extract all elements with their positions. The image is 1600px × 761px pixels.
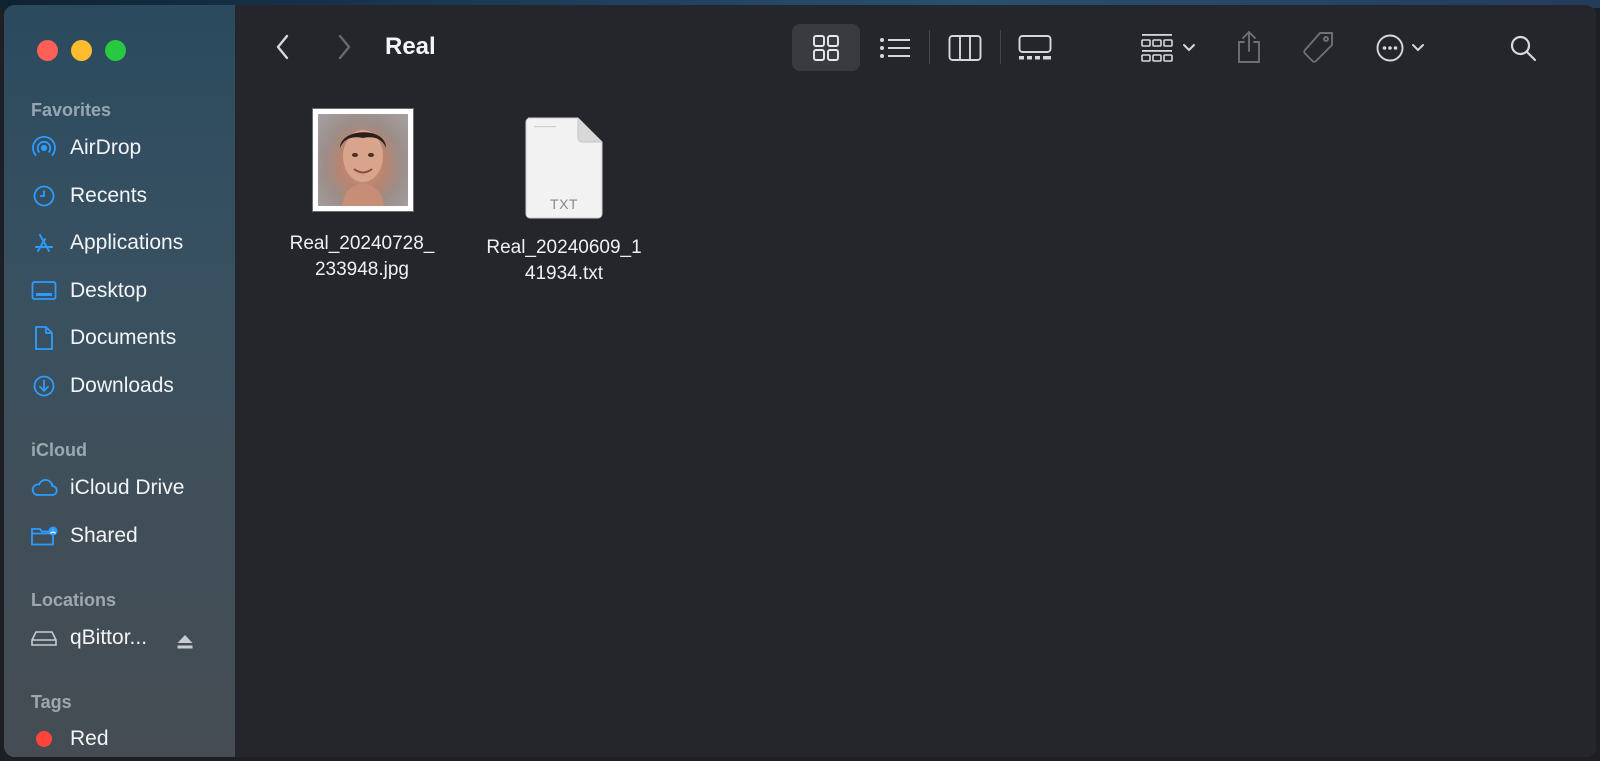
forward-button[interactable]: [332, 31, 356, 63]
columns-icon: [948, 35, 982, 61]
file-name-line2: 41934.txt: [524, 263, 604, 284]
sidebar-item-label: AirDrop: [70, 136, 142, 159]
sidebar-item-label: Desktop: [70, 279, 148, 302]
more-actions-button[interactable]: [1371, 30, 1429, 66]
icon-view-button[interactable]: [806, 30, 846, 66]
chevron-left-icon: [276, 34, 289, 60]
sidebar-item-label: Red: [70, 727, 109, 750]
share-button[interactable]: [1231, 27, 1267, 67]
section-title-tags: Tags: [31, 692, 72, 712]
cloud-icon: [30, 474, 58, 502]
sidebar-item-recents[interactable]: Recents: [30, 180, 230, 212]
sidebar-item-label: Downloads: [70, 374, 174, 397]
sidebar-item-tag-red[interactable]: Red: [30, 723, 230, 755]
sidebar-item-documents[interactable]: Documents: [30, 322, 230, 354]
sidebar-item-label: Applications: [70, 231, 184, 254]
section-title-locations: Locations: [31, 590, 117, 610]
group-button[interactable]: [1135, 30, 1201, 66]
applications-icon: [30, 229, 58, 257]
sidebar-item-qbittorrent[interactable]: qBittor...: [30, 622, 170, 654]
finder-window: Favorites AirDrop Recents Applications D…: [4, 5, 1596, 757]
search-icon: [1510, 35, 1537, 62]
section-title-favorites: Favorites: [31, 100, 112, 120]
file-name-line2: 233948.jpg: [314, 259, 410, 280]
gallery-view-button[interactable]: [1015, 30, 1055, 66]
close-button[interactable]: [37, 40, 58, 61]
list-icon: [880, 38, 910, 58]
window-title: Real: [385, 33, 436, 60]
txt-document-icon[interactable]: TXT: [524, 116, 604, 225]
sidebar-item-label: qBittor...: [70, 626, 148, 649]
drive-icon: [30, 624, 58, 652]
toolbar-separator: [1000, 30, 1001, 64]
minimize-button[interactable]: [71, 40, 92, 61]
gallery-icon: [1018, 35, 1052, 60]
tag-icon: [1303, 32, 1333, 63]
document-icon: [30, 324, 58, 352]
column-view-button[interactable]: [945, 30, 985, 66]
sidebar-item-label: Recents: [70, 184, 148, 207]
list-view-button[interactable]: [875, 30, 915, 66]
ellipsis-circle-icon: [1376, 34, 1404, 62]
file-name-line1: Real_20240728_: [289, 233, 435, 254]
sidebar-item-label: iCloud Drive: [70, 476, 185, 499]
download-icon: [30, 372, 58, 400]
photo-thumbnail-image: [318, 114, 408, 206]
sidebar-item-label: Documents: [70, 326, 177, 349]
sidebar-item-icloud-drive[interactable]: iCloud Drive: [30, 472, 230, 504]
sidebar: Favorites AirDrop Recents Applications D…: [4, 5, 236, 757]
airdrop-icon: [30, 134, 58, 162]
share-icon: [1238, 31, 1260, 63]
sidebar-item-shared[interactable]: Shared: [30, 520, 230, 552]
zoom-button[interactable]: [105, 40, 126, 61]
file-item-jpg[interactable]: Real_20240728_ 233948.jpg: [267, 231, 457, 283]
group-grid-icon: [1141, 34, 1173, 62]
section-title-icloud: iCloud: [31, 440, 87, 460]
chevron-down-icon: [1412, 44, 1424, 52]
chevron-down-icon: [1183, 44, 1195, 52]
search-button[interactable]: [1505, 30, 1541, 66]
eject-icon[interactable]: [176, 634, 194, 655]
tag-button[interactable]: [1298, 29, 1338, 67]
clock-icon: [30, 182, 58, 210]
desktop-icon: [30, 277, 58, 305]
sidebar-item-label: Shared: [70, 524, 138, 547]
toolbar-separator: [929, 30, 930, 64]
shared-folder-icon: [30, 522, 58, 550]
grid-icon: [813, 35, 839, 61]
sidebar-item-desktop[interactable]: Desktop: [30, 275, 230, 307]
file-type-badge: TXT: [550, 196, 578, 212]
file-thumbnail-jpg[interactable]: [312, 108, 414, 212]
file-name-line1: Real_20240609_1: [486, 237, 642, 258]
tag-color-icon: [30, 725, 58, 753]
chevron-right-icon: [338, 34, 351, 60]
sidebar-item-applications[interactable]: Applications: [30, 227, 230, 259]
sidebar-item-downloads[interactable]: Downloads: [30, 370, 230, 402]
content-area: Real Real_20240728_ 233948.jpg TXT Real_…: [235, 5, 1596, 757]
sidebar-item-airdrop[interactable]: AirDrop: [30, 132, 230, 164]
back-button[interactable]: [271, 31, 295, 63]
file-item-txt[interactable]: Real_20240609_1 41934.txt: [469, 235, 659, 287]
